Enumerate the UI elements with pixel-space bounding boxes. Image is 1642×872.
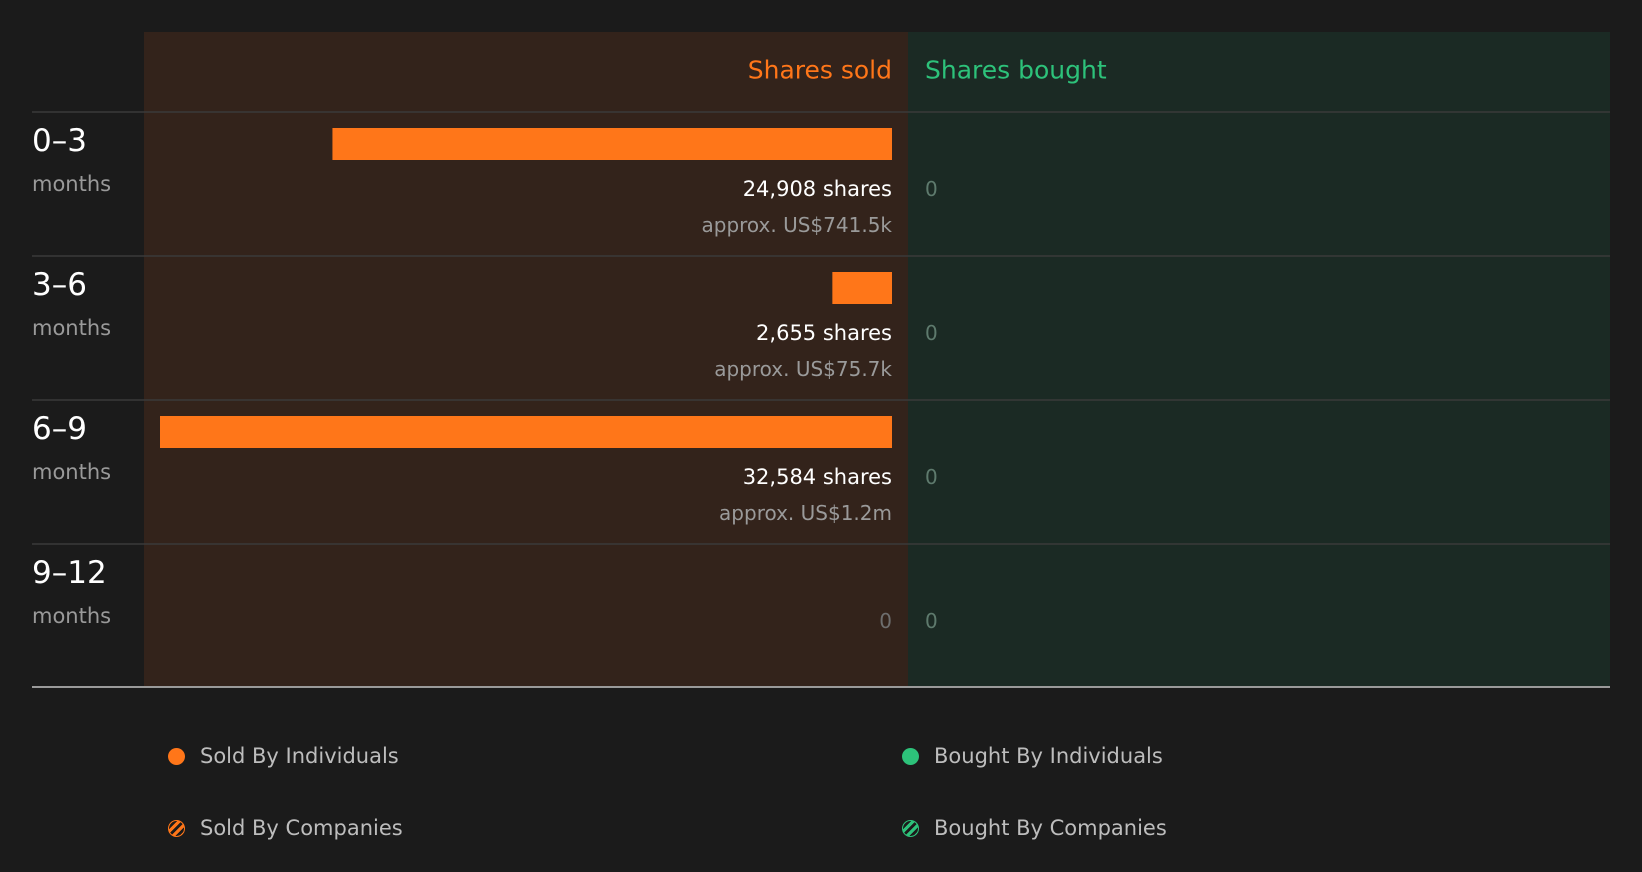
bought-value-label: 0 (925, 609, 938, 633)
sold-approx-label: approx. US$75.7k (714, 357, 892, 381)
sold-value-label: 2,655 shares (756, 321, 892, 345)
bought-panel (908, 32, 1610, 687)
legend-label: Bought By Individuals (934, 744, 1163, 768)
category-range-label: 9–12 (32, 555, 107, 591)
bought-value-label: 0 (925, 465, 938, 489)
legend-label: Sold By Individuals (200, 744, 399, 768)
bought-value-label: 0 (925, 321, 938, 345)
bought-companies-icon (902, 819, 919, 837)
sold-column-header: Shares sold (748, 56, 892, 85)
sold-bar (832, 272, 892, 304)
sold-companies-icon (168, 819, 185, 837)
sold-approx-label: approx. US$1.2m (719, 501, 892, 525)
category-unit-label: months (32, 172, 111, 196)
sold-approx-label: approx. US$741.5k (702, 213, 893, 237)
sold-individuals-icon (168, 747, 185, 765)
bought-individuals-icon (902, 747, 919, 765)
category-unit-label: months (32, 460, 111, 484)
sold-bar (160, 416, 892, 448)
bought-column-header: Shares bought (925, 56, 1107, 85)
sold-value-label: 0 (879, 609, 892, 633)
bought-value-label: 0 (925, 177, 938, 201)
sold-value-label: 32,584 shares (743, 465, 892, 489)
category-unit-label: months (32, 316, 111, 340)
category-range-label: 6–9 (32, 411, 87, 447)
category-unit-label: months (32, 604, 111, 628)
legend-label: Bought By Companies (934, 816, 1167, 840)
sold-bar (332, 128, 893, 160)
category-range-label: 3–6 (32, 267, 87, 303)
legend-item-sold-individuals: Sold By Individuals (168, 742, 399, 770)
legend-item-bought-companies: Bought By Companies (902, 814, 1167, 842)
legend-item-sold-companies: Sold By Companies (168, 814, 403, 842)
category-range-label: 0–3 (32, 123, 87, 159)
legend-label: Sold By Companies (200, 816, 403, 840)
legend-item-bought-individuals: Bought By Individuals (902, 742, 1163, 770)
sold-value-label: 24,908 shares (743, 177, 892, 201)
